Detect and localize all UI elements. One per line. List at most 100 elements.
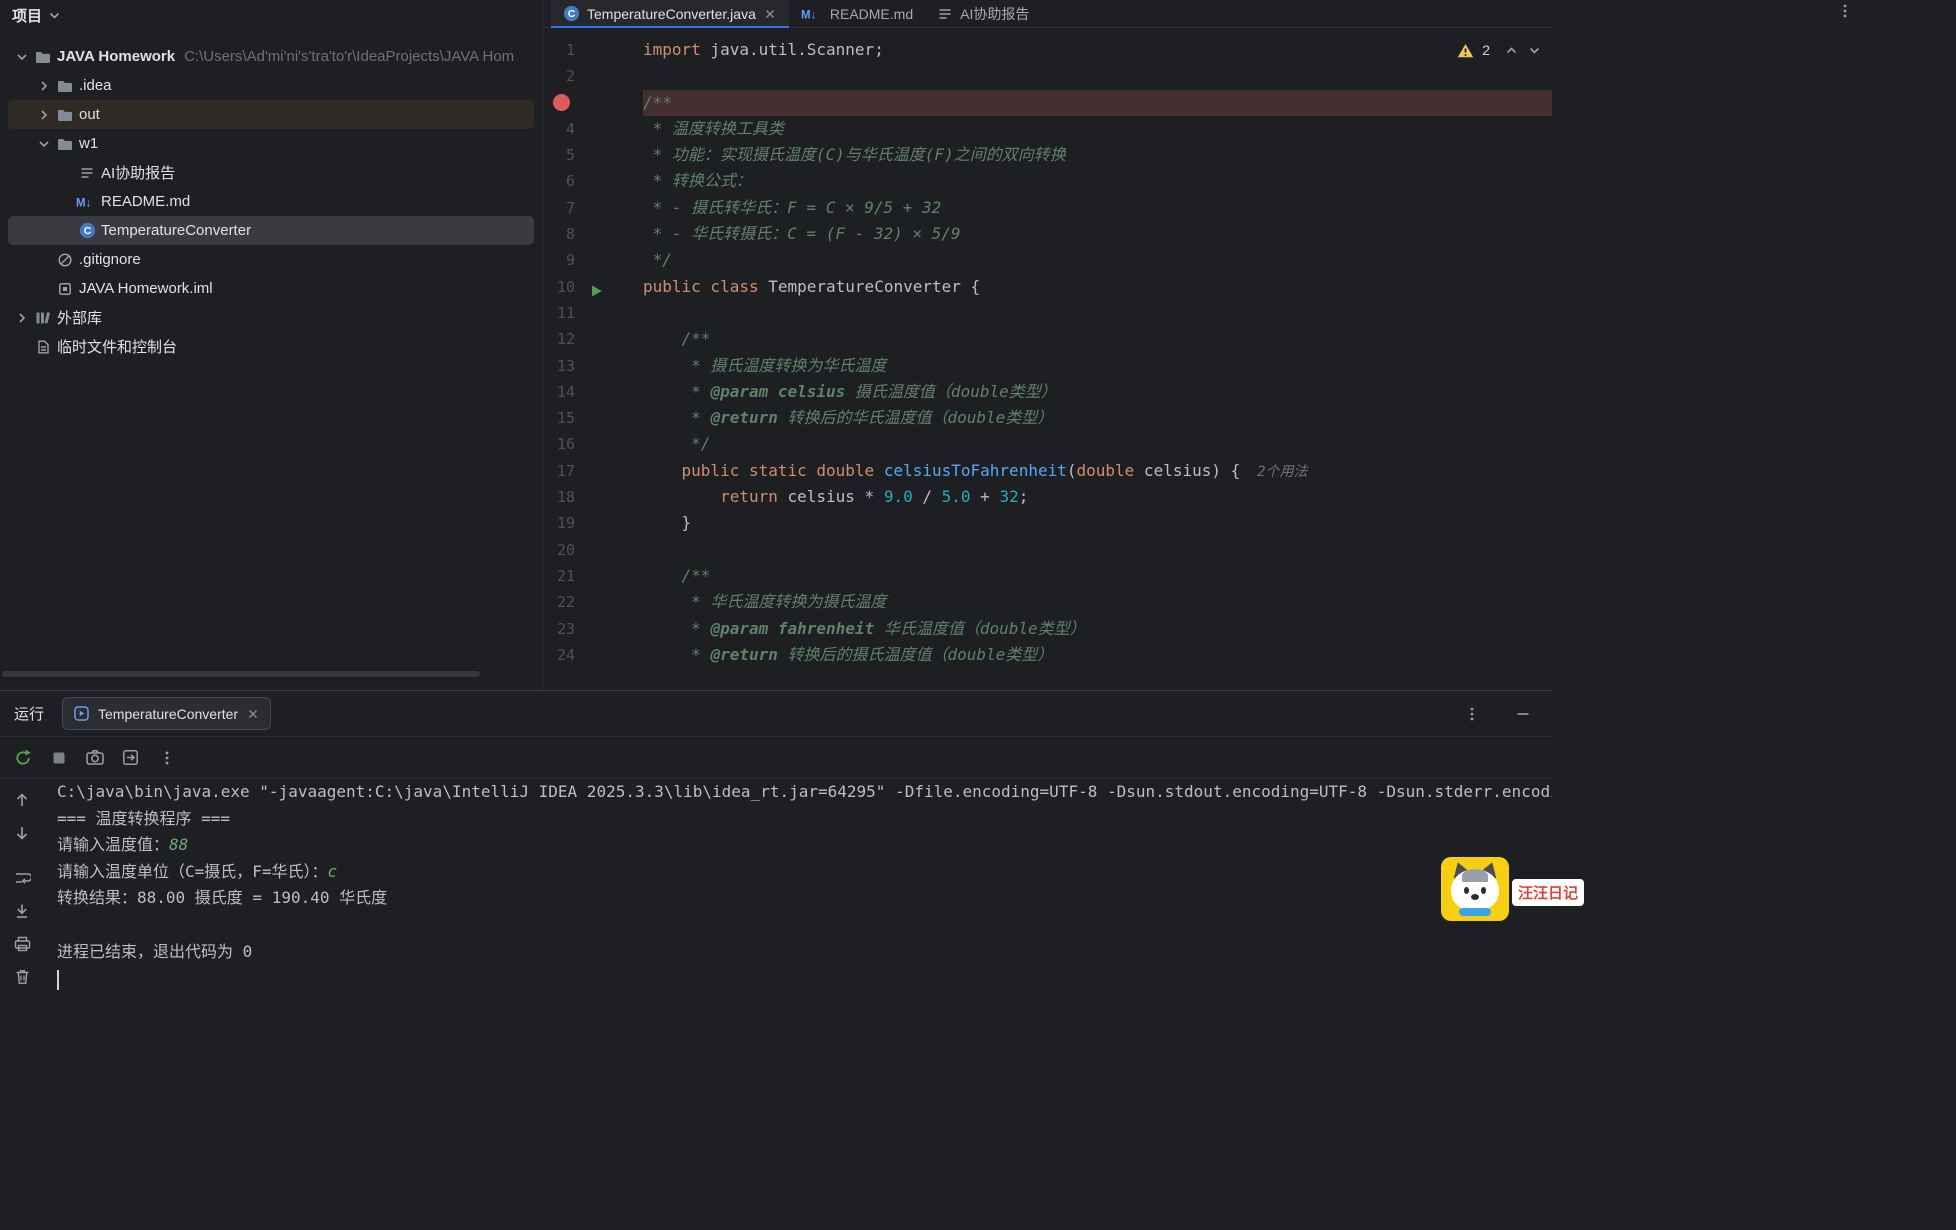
- line-number: 14: [543, 379, 575, 405]
- chevron-down-icon[interactable]: [34, 136, 54, 152]
- line-number: 16: [543, 431, 575, 457]
- tree-item-external-libraries[interactable]: 外部库: [8, 303, 534, 332]
- code-text: /**: [643, 90, 1552, 116]
- code-line: 12 /**: [543, 326, 1552, 352]
- tree-item-gitignore[interactable]: .gitignore: [8, 245, 534, 274]
- code-token: +: [971, 487, 1000, 506]
- horizontal-scrollbar[interactable]: [2, 671, 480, 677]
- code-token: * - 华氏转摄氏：C = (F - 32) × 5/9: [643, 224, 961, 243]
- minimize-icon[interactable]: [1509, 700, 1536, 727]
- editor-tab-ai-report[interactable]: AI协助报告: [925, 0, 1041, 27]
- code-text: * 转换公式：: [643, 168, 1552, 194]
- next-problem-icon[interactable]: [1527, 43, 1542, 58]
- code-text: * @param fahrenheit 华氏温度值（double类型）: [643, 616, 1552, 642]
- run-panel: 运行 TemperatureConverter C:\java\bin\java…: [0, 690, 1552, 1230]
- tree-item-idea[interactable]: .idea: [8, 71, 534, 100]
- editor-tab-readme-md[interactable]: M↓README.md: [789, 0, 925, 27]
- more-icon[interactable]: [1458, 700, 1485, 727]
- code-token: [874, 461, 884, 480]
- arrow-up-button[interactable]: [9, 787, 35, 813]
- sticker-patch: [1462, 869, 1488, 882]
- code-line: 20: [543, 537, 1552, 563]
- import-button[interactable]: [117, 744, 144, 771]
- rerun-button[interactable]: [9, 744, 36, 771]
- scroll-to-end-button[interactable]: [9, 898, 35, 924]
- code-editor[interactable]: 1import java.util.Scanner;2/**4 * 温度转换工具…: [543, 28, 1552, 690]
- run-panel-header: 运行 TemperatureConverter: [0, 691, 1552, 737]
- code-token: /: [913, 487, 942, 506]
- tree-item-java-homework[interactable]: JAVA HomeworkC:\Users\Ad'mi'ni's'tra'to'…: [8, 42, 534, 71]
- tree-item-ai-report[interactable]: AI协助报告: [8, 158, 534, 187]
- editor-gutter: 15: [543, 405, 643, 431]
- code-token: (: [1067, 461, 1077, 480]
- sticker-eye: [1464, 887, 1469, 894]
- svg-text:C: C: [83, 225, 91, 237]
- soft-wrap-button[interactable]: [9, 865, 35, 891]
- stop-button[interactable]: [45, 744, 72, 771]
- editor-gutter: 16: [543, 431, 643, 457]
- code-line: 17 public static double celsiusToFahrenh…: [543, 458, 1552, 484]
- line-number: 4: [543, 116, 575, 142]
- tree-item-label: TemperatureConverter: [101, 222, 251, 239]
- module-icon: [54, 281, 76, 297]
- code-token: celsius) {: [1134, 461, 1240, 480]
- code-line: 7 * - 摄氏转华氏：F = C × 9/5 + 32: [543, 195, 1552, 221]
- code-line: 10public class TemperatureConverter {: [543, 274, 1552, 300]
- code-text: return celsius * 9.0 / 5.0 + 32;: [643, 484, 1552, 510]
- line-number: 1: [543, 37, 575, 63]
- tree-item-temperature-converter[interactable]: C TemperatureConverter: [8, 216, 534, 245]
- close-tab-icon[interactable]: [246, 707, 260, 721]
- console-output[interactable]: C:\java\bin\java.exe "-javaagent:C:\java…: [44, 779, 1552, 1230]
- project-panel-header[interactable]: 项目: [0, 0, 542, 30]
- code-token: * 摄氏温度转换为华氏温度: [643, 356, 886, 375]
- code-line: 18 return celsius * 9.0 / 5.0 + 32;: [543, 484, 1552, 510]
- breakpoint-icon[interactable]: [553, 94, 570, 111]
- tree-item-w1[interactable]: w1: [8, 129, 534, 158]
- folder-icon: [54, 106, 76, 124]
- code-line: 21 /**: [543, 563, 1552, 589]
- chevron-right-icon[interactable]: [34, 78, 54, 94]
- code-line: 9 */: [543, 247, 1552, 273]
- console-line: 请输入温度值：88: [57, 832, 1552, 859]
- chevron-right-icon[interactable]: [34, 107, 54, 123]
- chevron-down-icon[interactable]: [12, 49, 32, 65]
- code-text: /**: [643, 326, 1552, 352]
- console-text: C:\java\bin\java.exe "-javaagent:C:\java…: [57, 782, 1552, 801]
- editor-gutter: 19: [543, 510, 643, 536]
- close-tab-icon[interactable]: [763, 7, 777, 21]
- editor: CTemperatureConverter.javaM↓README.mdAI协…: [543, 0, 1552, 690]
- code-token: */: [643, 250, 672, 269]
- ide-window: 项目 JAVA HomeworkC:\Users\Ad'mi'ni's'tra'…: [0, 0, 1552, 1230]
- line-number: 18: [543, 484, 575, 510]
- more-button[interactable]: [153, 744, 180, 771]
- chevron-down-icon[interactable]: [47, 8, 62, 23]
- console-text: 请输入温度单位（C=摄氏，F=华氏）：: [57, 862, 328, 881]
- editor-tab-temperature-converter-java[interactable]: CTemperatureConverter.java: [551, 0, 789, 27]
- editor-gutter: 13: [543, 353, 643, 379]
- tree-item-out[interactable]: out: [8, 100, 534, 129]
- chevron-right-icon[interactable]: [12, 310, 32, 326]
- code-line: 14 * @param celsius 摄氏温度值（double类型）: [543, 379, 1552, 405]
- previous-problem-icon[interactable]: [1504, 43, 1519, 58]
- tree-item-label: README.md: [101, 193, 190, 210]
- tree-item-readme[interactable]: M↓README.md: [8, 187, 534, 216]
- line-number: 5: [543, 142, 575, 168]
- code-line: 1import java.util.Scanner;: [543, 37, 1552, 63]
- editor-gutter: 8: [543, 221, 643, 247]
- more-menu-icon[interactable]: [1837, 3, 1853, 19]
- markdown-icon: M↓: [76, 195, 98, 209]
- tree-item-iml[interactable]: JAVA Homework.iml: [8, 274, 534, 303]
- inspection-widget[interactable]: 2: [1451, 40, 1548, 60]
- sticker-overlay[interactable]: 汪汪日记: [1441, 857, 1584, 921]
- camera-button[interactable]: [81, 744, 108, 771]
- arrow-down-button[interactable]: [9, 820, 35, 846]
- java-class-icon: C: [76, 222, 98, 239]
- run-tab[interactable]: TemperatureConverter: [62, 697, 271, 730]
- line-number: 7: [543, 195, 575, 221]
- dog-sticker-image[interactable]: [1441, 857, 1509, 921]
- clear-button[interactable]: [9, 964, 35, 990]
- print-button[interactable]: [9, 931, 35, 957]
- tree-item-scratches[interactable]: 临时文件和控制台: [8, 332, 534, 361]
- code-text: [643, 300, 1552, 326]
- editor-gutter: 6: [543, 168, 643, 194]
